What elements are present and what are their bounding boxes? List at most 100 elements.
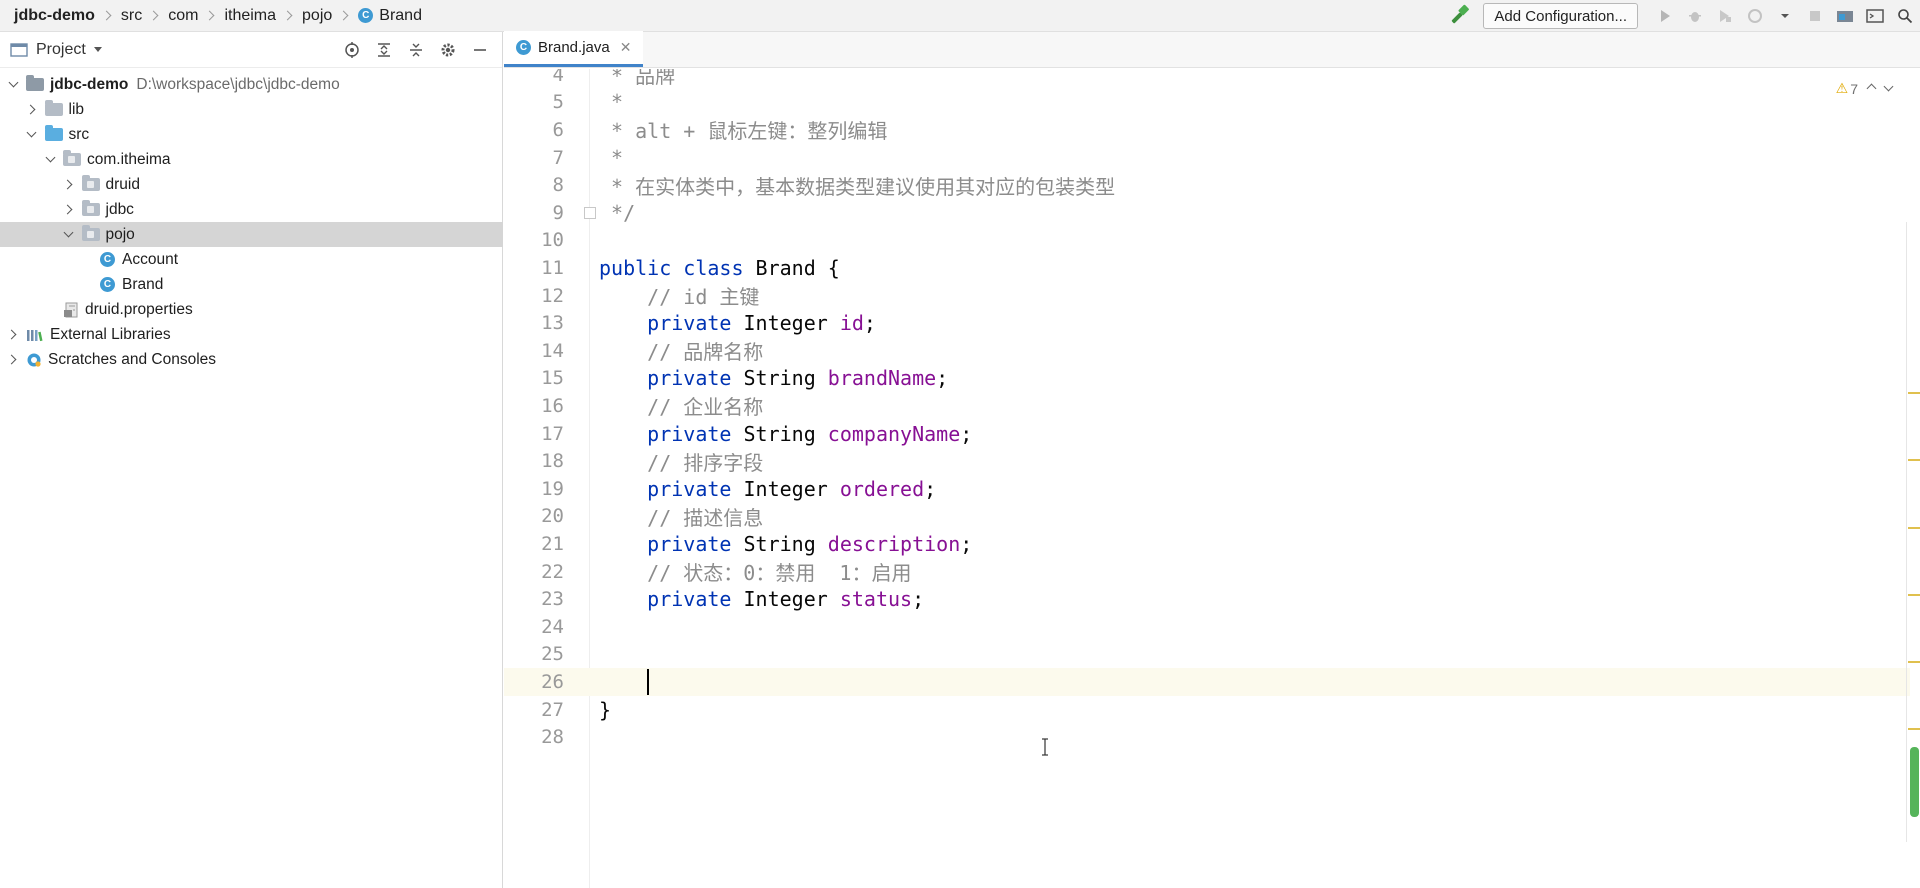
warning-marker[interactable] xyxy=(1908,661,1920,663)
code-line[interactable]: 17 private String companyName; xyxy=(504,420,1910,448)
breadcrumb-item[interactable]: src xyxy=(121,7,142,25)
tree-node-com-itheima[interactable]: com.itheima xyxy=(0,147,503,172)
tree-node-label: com.itheima xyxy=(87,150,171,168)
code-line[interactable]: 12 // id 主键 xyxy=(504,282,1910,310)
profiler-icon[interactable] xyxy=(1740,3,1770,29)
tree-node-src[interactable]: src xyxy=(0,122,503,147)
tree-node-brand[interactable]: C Brand xyxy=(0,272,503,297)
debug-icon[interactable] xyxy=(1680,3,1710,29)
hide-panel-icon[interactable] xyxy=(464,36,496,64)
chevron-right-icon[interactable] xyxy=(62,178,76,192)
chevron-down-icon[interactable] xyxy=(62,227,76,242)
run-icon[interactable] xyxy=(1650,3,1680,29)
breadcrumb-item[interactable]: itheima xyxy=(224,7,276,25)
code-line[interactable]: 15 private String brandName; xyxy=(504,365,1910,393)
code-line[interactable]: 25 xyxy=(504,641,1910,669)
code-line[interactable]: 26 xyxy=(504,668,1910,696)
code-token: */ xyxy=(599,200,636,225)
code-token: String xyxy=(743,366,828,391)
code-token: ; xyxy=(912,587,925,612)
code-line[interactable]: 20 // 描述信息 xyxy=(504,503,1910,531)
package-icon xyxy=(81,225,100,241)
breadcrumb-item[interactable]: jdbc-demo xyxy=(14,7,95,25)
tree-node-pojo[interactable]: pojo xyxy=(0,222,503,247)
code-line[interactable]: 10 xyxy=(504,227,1910,255)
code-line[interactable]: 21 private String description; xyxy=(504,530,1910,558)
project-structure-icon[interactable] xyxy=(1830,3,1860,29)
tree-node-label: jdbc-demo xyxy=(50,75,129,93)
tree-node-jdbc[interactable]: jdbc xyxy=(0,197,503,222)
breadcrumb-item[interactable]: Brand xyxy=(379,7,422,25)
warning-marker[interactable] xyxy=(1908,459,1920,461)
inspection-widget[interactable]: ⚠ 7 xyxy=(1835,80,1894,97)
view-selector-dropdown-icon[interactable] xyxy=(93,47,102,52)
code-line[interactable]: 9 */ xyxy=(504,199,1910,227)
tree-node-druid-properties[interactable]: druid.properties xyxy=(0,297,503,322)
gear-icon[interactable] xyxy=(432,36,464,64)
code-text: private String companyName; xyxy=(599,422,972,446)
warning-marker[interactable] xyxy=(1908,728,1920,730)
code-line[interactable]: 24 xyxy=(504,613,1910,641)
chevron-right-icon[interactable] xyxy=(6,353,20,367)
expand-all-icon[interactable] xyxy=(368,36,400,64)
search-everywhere-icon[interactable] xyxy=(1890,3,1920,29)
breadcrumb-item[interactable]: com xyxy=(168,7,198,25)
coverage-icon[interactable] xyxy=(1710,3,1740,29)
warning-icon: ⚠ xyxy=(1835,80,1849,96)
folder-icon xyxy=(44,100,63,116)
add-configuration-button[interactable]: Add Configuration... xyxy=(1483,3,1638,29)
code-line[interactable]: 5 * xyxy=(504,89,1910,117)
tree-node-scratches-and-consoles[interactable]: Scratches and Consoles xyxy=(0,347,503,372)
warning-marker[interactable] xyxy=(1908,392,1920,394)
warning-marker[interactable] xyxy=(1908,594,1920,596)
tree-node-jdbc-demo[interactable]: jdbc-demo D:\workspace\jdbc\jdbc-demo xyxy=(0,72,503,97)
tree-node-label: External Libraries xyxy=(50,325,171,343)
code-line[interactable]: 13 private Integer id; xyxy=(504,309,1910,337)
code-token: private xyxy=(599,476,744,501)
chevron-right-icon[interactable] xyxy=(25,103,39,117)
code-text: public class Brand { xyxy=(599,256,840,280)
tree-node-label: lib xyxy=(68,100,85,118)
code-line[interactable]: 7 * xyxy=(504,144,1910,172)
more-run-options-icon[interactable] xyxy=(1770,3,1800,29)
code-line[interactable]: 23 private Integer status; xyxy=(504,585,1910,613)
line-number: 26 xyxy=(541,670,564,693)
code-line[interactable]: 28 xyxy=(504,723,1910,751)
code-editor[interactable]: 4 * 品牌 5 * 6 * alt + 鼠标左键：整列编辑 7 * 8 * 在实体类中… xyxy=(504,69,1920,888)
breadcrumb-item[interactable]: pojo xyxy=(302,7,332,25)
code-line[interactable]: 27} xyxy=(504,696,1910,724)
select-opened-file-icon[interactable] xyxy=(336,36,368,64)
code-line[interactable]: 4 * 品牌 xyxy=(504,69,1910,89)
tree-node-account[interactable]: C Account xyxy=(0,247,503,272)
project-view-title[interactable]: Project xyxy=(36,41,86,59)
collapse-all-icon[interactable] xyxy=(400,36,432,64)
previous-highlight-icon[interactable] xyxy=(1866,83,1877,94)
build-hammer-icon[interactable] xyxy=(1447,3,1473,29)
class-icon: C xyxy=(358,8,374,23)
code-line[interactable]: 14 // 品牌名称 xyxy=(504,337,1910,365)
chevron-down-icon[interactable] xyxy=(6,77,20,92)
next-highlight-icon[interactable] xyxy=(1883,81,1894,92)
tree-node-lib[interactable]: lib xyxy=(0,97,503,122)
close-icon[interactable]: ✕ xyxy=(620,39,632,56)
fold-marker-icon[interactable] xyxy=(584,206,596,219)
tab-brand-java[interactable]: C Brand.java ✕ xyxy=(504,31,644,67)
code-line[interactable]: 16 // 企业名称 xyxy=(504,392,1910,420)
chevron-right-icon[interactable] xyxy=(6,328,20,342)
code-line[interactable]: 19 private Integer ordered; xyxy=(504,475,1910,503)
code-line[interactable]: 6 * alt + 鼠标左键：整列编辑 xyxy=(504,116,1910,144)
error-stripe[interactable] xyxy=(1906,222,1920,842)
chevron-down-icon[interactable] xyxy=(43,152,57,167)
tree-node-druid[interactable]: druid xyxy=(0,172,503,197)
chevron-right-icon[interactable] xyxy=(62,203,76,217)
terminal-window-icon[interactable] xyxy=(1860,3,1890,29)
tree-node-external-libraries[interactable]: External Libraries xyxy=(0,322,503,347)
code-line[interactable]: 8 * 在实体类中，基本数据类型建议使用其对应的包装类型 xyxy=(504,171,1910,199)
stop-icon[interactable] xyxy=(1800,3,1830,29)
code-line[interactable]: 11 public class Brand { xyxy=(504,254,1910,282)
warning-marker[interactable] xyxy=(1908,527,1920,529)
scrollbar-thumb[interactable] xyxy=(1910,747,1919,817)
code-line[interactable]: 18 // 排序字段 xyxy=(504,447,1910,475)
code-line[interactable]: 22 // 状态：0：禁用 1：启用 xyxy=(504,558,1910,586)
chevron-down-icon[interactable] xyxy=(25,127,39,142)
